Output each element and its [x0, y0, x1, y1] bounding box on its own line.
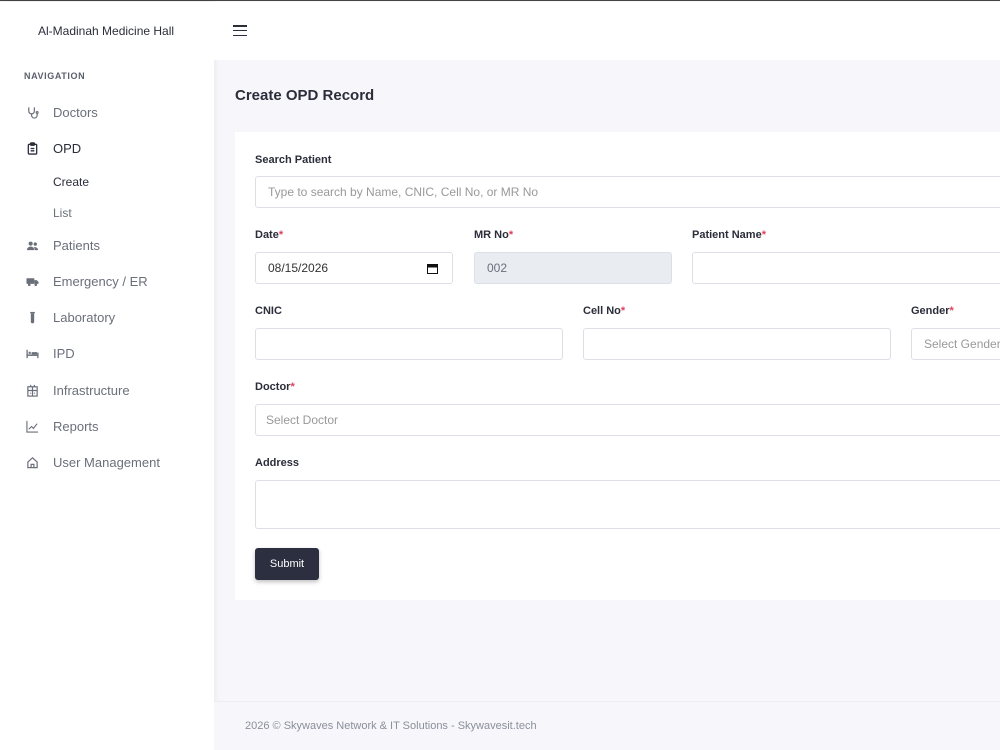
sidebar-item-laboratory[interactable]: Laboratory — [0, 302, 214, 332]
home-icon — [25, 455, 39, 469]
address-label: Address — [255, 457, 300, 469]
date-input[interactable]: 08/15/2026 — [255, 252, 453, 284]
patient-name-label: Patient Name* — [692, 229, 766, 241]
sidebar-item-ipd[interactable]: IPD — [0, 338, 214, 368]
ambulance-icon — [25, 274, 39, 288]
cnic-label: CNIC — [255, 305, 282, 317]
sidebar-subitem-list[interactable]: List — [53, 206, 72, 220]
sidebar-item-doctors[interactable]: Doctors — [0, 97, 214, 127]
cell-no-input[interactable] — [583, 328, 891, 360]
cell-no-label: Cell No* — [583, 305, 626, 317]
footer-copyright: 2026 © Skywaves Network & IT Solutions -… — [245, 720, 537, 732]
clipboard-icon — [25, 141, 39, 155]
mr-no-label: MR No* — [474, 229, 514, 241]
sidebar-item-patients[interactable]: Patients — [0, 230, 214, 260]
sidebar-item-label: Patients — [53, 237, 100, 253]
sidebar-item-user-management[interactable]: User Management — [0, 447, 214, 477]
footer: 2026 © Skywaves Network & IT Solutions -… — [214, 701, 1000, 750]
date-label: Date* — [255, 229, 284, 241]
brand-name[interactable]: Al-Madinah Medicine Hall — [38, 24, 174, 38]
doctor-label: Doctor* — [255, 381, 295, 393]
sidebar-item-reports[interactable]: Reports — [0, 411, 214, 441]
sidebar-item-label: Laboratory — [53, 309, 116, 325]
gender-select[interactable]: Select Gender — [911, 328, 1000, 360]
submit-button[interactable]: Submit — [255, 548, 319, 580]
sidebar-item-label: OPD — [53, 140, 82, 156]
address-textarea[interactable] — [255, 480, 1000, 529]
sidebar-item-infrastructure[interactable]: Infrastructure — [0, 375, 214, 405]
building-icon — [25, 383, 39, 397]
date-value: 08/15/2026 — [268, 261, 329, 275]
test-tube-icon — [25, 310, 39, 324]
sidebar-item-label: Reports — [53, 418, 99, 434]
top-bar — [214, 2, 1000, 60]
sidebar-subitem-create[interactable]: Create — [53, 175, 89, 189]
search-patient-label: Search Patient — [255, 154, 332, 166]
gender-label: Gender* — [911, 305, 954, 317]
sidebar: Al-Madinah Medicine Hall NAVIGATION Doct… — [0, 2, 214, 750]
patient-name-input[interactable] — [692, 252, 1000, 284]
mr-no-field: 002 — [474, 252, 672, 284]
sidebar-item-label: Infrastructure — [53, 382, 130, 398]
sidebar-item-emergency[interactable]: Emergency / ER — [0, 266, 214, 296]
stethoscope-icon — [25, 105, 39, 119]
sidebar-item-opd[interactable]: OPD — [0, 133, 214, 163]
nav-heading: NAVIGATION — [24, 71, 86, 81]
users-icon — [25, 238, 39, 252]
page-title: Create OPD Record — [235, 87, 375, 104]
sidebar-item-label: Emergency / ER — [53, 273, 148, 289]
sidebar-item-label: Doctors — [53, 104, 98, 120]
menu-toggle-icon[interactable] — [233, 25, 247, 37]
doctor-select[interactable]: Select Doctor — [255, 404, 1000, 436]
bed-icon — [25, 346, 39, 360]
chart-line-icon — [25, 419, 39, 433]
sidebar-item-label: IPD — [53, 345, 75, 361]
search-patient-input[interactable]: Type to search by Name, CNIC, Cell No, o… — [255, 176, 1000, 208]
sidebar-item-label: User Management — [53, 454, 160, 470]
calendar-icon[interactable] — [427, 263, 438, 274]
cnic-input[interactable] — [255, 328, 563, 360]
